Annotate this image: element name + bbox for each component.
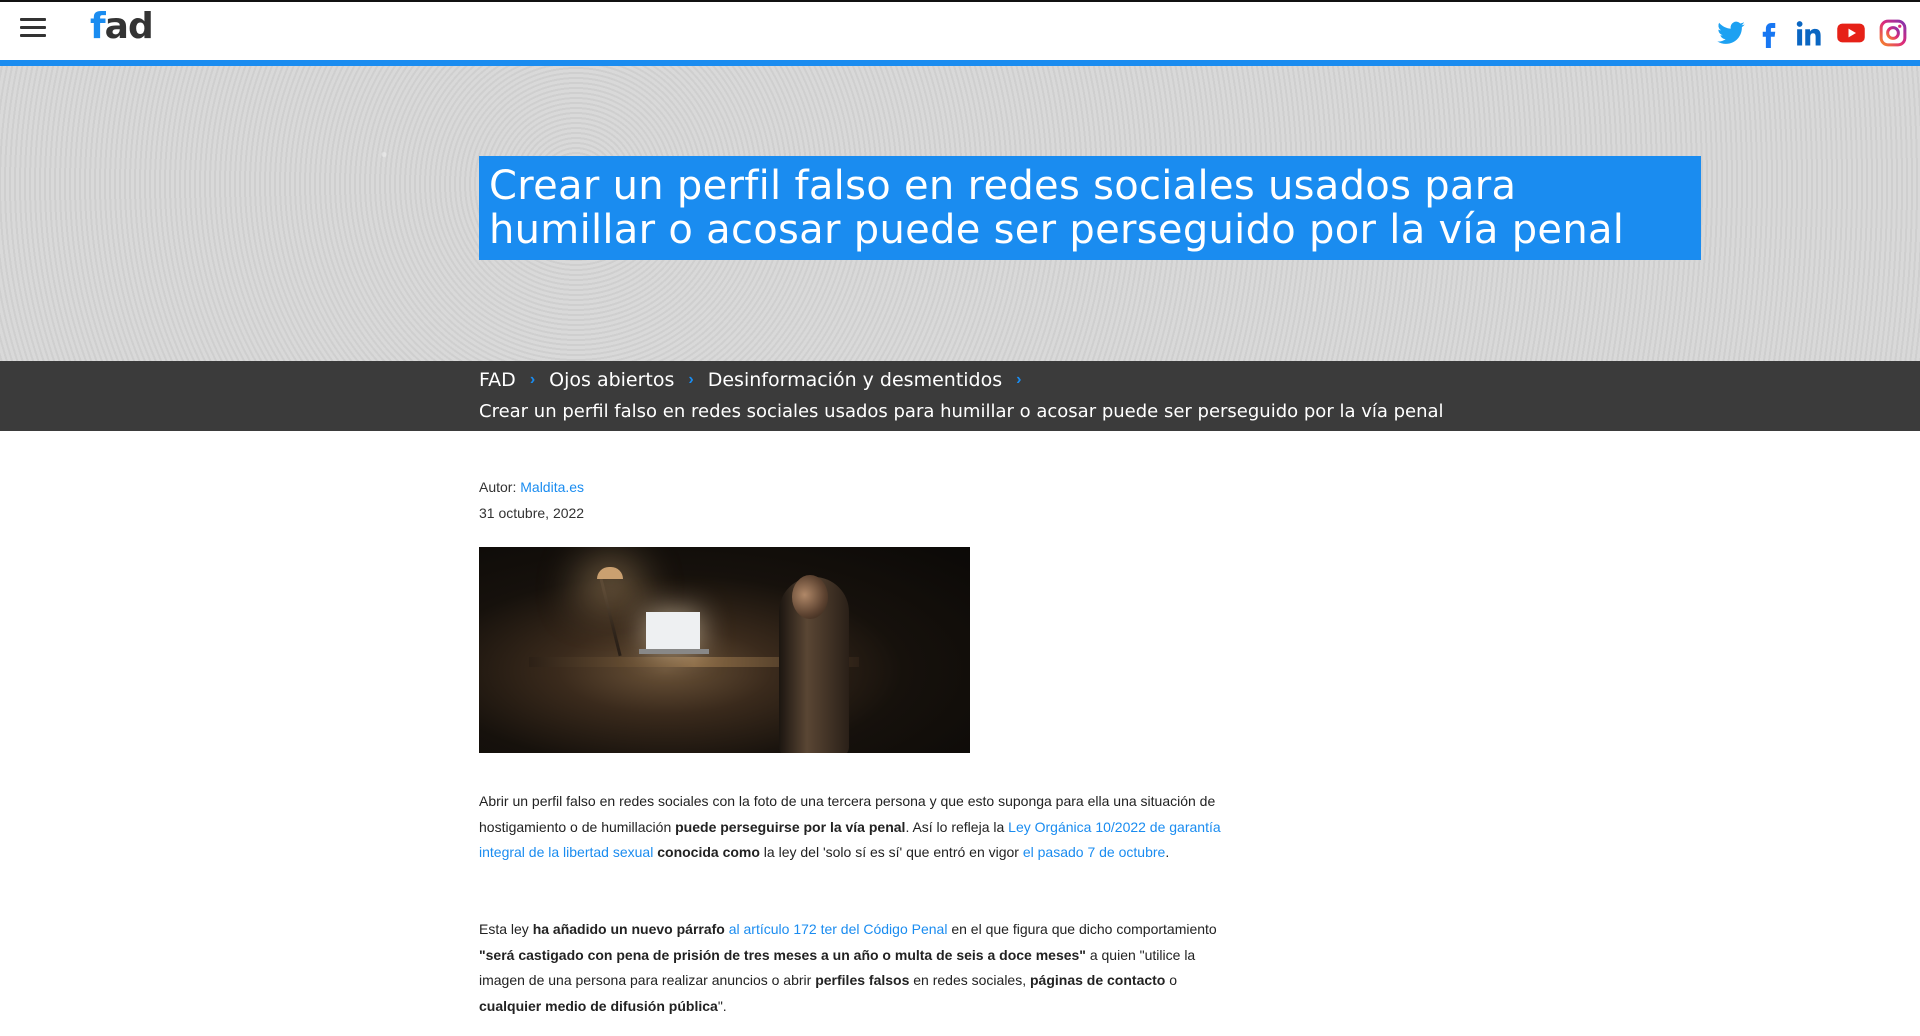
article-paragraph-1: Abrir un perfil falso en redes sociales … (479, 793, 1221, 861)
hero-title-box: Crear un perfil falso en redes sociales … (479, 156, 1701, 260)
fecha-vigor-link[interactable]: el pasado 7 de octubre (1023, 844, 1165, 860)
publish-date: 31 octubre, 2022 (479, 505, 585, 521)
breadcrumb-item-fad[interactable]: FAD (479, 369, 516, 391)
breadcrumb: FAD › Ojos abiertos › Desinformación y desme… (0, 361, 1920, 431)
menu-icon[interactable] (20, 18, 46, 38)
fad-logo[interactable]: fad (90, 6, 154, 47)
hero-banner: Crear un perfil falso en redes sociales … (0, 66, 1920, 361)
article-meta: Autor: Maldita.es 31 octubre, 2022 (479, 474, 584, 526)
codigo-penal-link[interactable]: al artículo 172 ter del Código Penal (729, 921, 948, 937)
breadcrumb-current: Crear un perfil falso en redes sociales … (479, 401, 1444, 422)
chevron-right-icon: › (1016, 371, 1022, 388)
article-image (479, 547, 970, 753)
chevron-right-icon: › (529, 371, 536, 388)
site-header: fad (0, 2, 1920, 60)
breadcrumb-trail: FAD › Ojos abiertos › Desinformación y desme… (479, 369, 1035, 395)
facebook-icon[interactable] (1754, 18, 1784, 48)
breadcrumb-item-ojos-abiertos[interactable]: Ojos abiertos (549, 369, 674, 391)
author-line: Autor: Maldita.es (479, 474, 584, 500)
breadcrumb-item-desinformacion[interactable]: Desinformación y desmentidos (708, 369, 1002, 391)
author-label: Autor: (479, 479, 517, 495)
article-paragraph-2: Esta ley ha añadido un nuevo párrafo al … (479, 921, 1217, 1015)
page-title: Crear un perfil falso en redes sociales … (489, 163, 1625, 253)
linkedin-icon[interactable] (1794, 18, 1824, 48)
instagram-icon[interactable] (1878, 18, 1908, 48)
twitter-icon[interactable] (1716, 18, 1746, 48)
chevron-right-icon: › (688, 371, 694, 388)
youtube-icon[interactable] (1836, 18, 1866, 48)
author-link[interactable]: Maldita.es (520, 479, 584, 495)
